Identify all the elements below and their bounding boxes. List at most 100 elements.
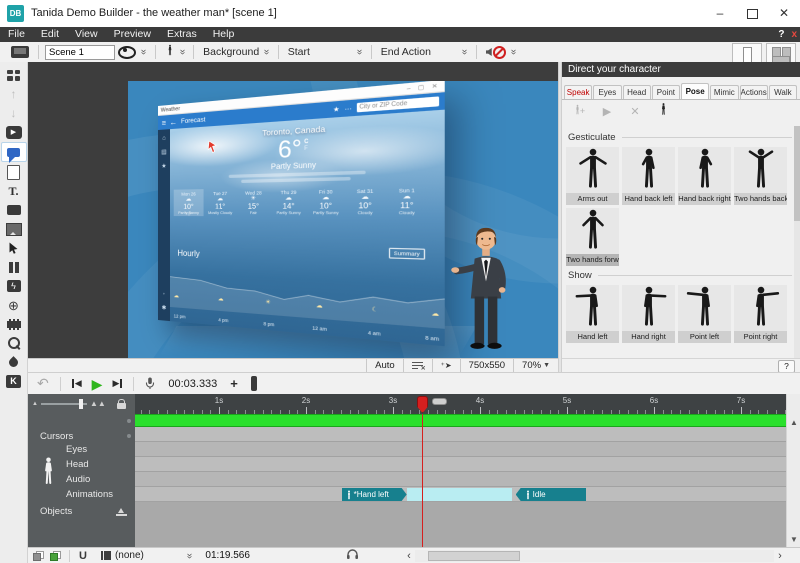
more-dots-icon[interactable]: …	[344, 105, 351, 113]
delete-pose-button[interactable]: ✕	[626, 102, 644, 120]
zoom-select[interactable]: 70%▼	[513, 359, 558, 372]
timeline-horizontal-scrollbar[interactable]: ‹ ›	[403, 549, 786, 563]
pose-hand-back-left[interactable]: Hand back left	[622, 147, 675, 205]
day-card-fri-30[interactable]: Fri 30☁10°Partly Sunny	[307, 186, 344, 216]
timeline-vertical-scrollbar[interactable]: ▲ ▼	[786, 394, 800, 547]
help-button[interactable]: ?	[778, 29, 784, 40]
character-select-button[interactable]	[654, 102, 672, 120]
lock-icon[interactable]	[117, 403, 126, 409]
timeline-ruler[interactable]: 1s2s3s4s5s6s7s	[135, 394, 786, 414]
magnet-icon[interactable]: U	[79, 550, 87, 562]
timeline-zoom-slider[interactable]	[41, 403, 87, 405]
record-audio-button[interactable]	[140, 377, 160, 390]
import-object-icon[interactable]	[116, 506, 127, 516]
play-scene-icon[interactable]: ▶	[2, 123, 26, 141]
pose-two-hands-forw[interactable]: Two hands forw	[566, 208, 619, 266]
display-button[interactable]	[8, 46, 32, 58]
tab-speak[interactable]: Speak	[564, 85, 592, 99]
zoom-out-mountain-icon[interactable]: ▲	[32, 401, 38, 407]
selection-label[interactable]: (none)	[115, 550, 144, 561]
text-tool-icon[interactable]: T.	[2, 182, 26, 200]
tab-eyes[interactable]: Eyes	[593, 85, 621, 99]
background-button[interactable]: Background»	[200, 46, 272, 58]
day-card-sun-1[interactable]: Sun 1☁11°Cloudy	[386, 185, 428, 217]
headphones-icon[interactable]	[346, 548, 359, 563]
move-up-icon[interactable]: ↑	[2, 85, 26, 103]
day-card-tue-27[interactable]: Tue 27☁11°Mostly Cloudy	[205, 188, 236, 216]
track-label-audio[interactable]: Audio	[66, 472, 132, 487]
letter-k-icon[interactable]: K	[2, 372, 26, 390]
clip-idle[interactable]: Idle	[516, 488, 586, 501]
move-down-icon[interactable]: ↓	[2, 104, 26, 122]
scroll-down-icon[interactable]: ▼	[787, 535, 800, 544]
tab-walk[interactable]: Walk	[769, 85, 797, 99]
home-icon[interactable]: ⌂	[162, 135, 165, 141]
go-to-start-button[interactable]: ◀	[67, 379, 87, 388]
maximize-button[interactable]	[736, 0, 768, 27]
pose-two-hands-back[interactable]: Two hands back	[734, 147, 787, 205]
playhead-marker[interactable]	[417, 396, 428, 414]
tab-mimic[interactable]: Mimic	[710, 85, 738, 99]
day-card-mon-26[interactable]: Mon 26☁10°Partly Sunny	[174, 189, 204, 216]
play-pose-button[interactable]: ▶	[598, 102, 616, 120]
go-to-end-button[interactable]: ▶	[107, 379, 127, 388]
auto-size-button[interactable]: Auto	[366, 359, 403, 372]
pose-hand-right[interactable]: Hand right	[622, 285, 675, 343]
day-card-sat-31[interactable]: Sat 31☁10°Cloudy	[346, 186, 385, 217]
play-button[interactable]: ▶	[87, 377, 108, 391]
scrollbar-track[interactable]	[415, 550, 774, 562]
pose-arms-out[interactable]: Arms out	[566, 147, 619, 205]
settings-icon[interactable]: ✱	[162, 304, 167, 311]
track-label-head[interactable]: Head	[66, 457, 132, 472]
summary-button[interactable]: Summary	[389, 248, 426, 260]
start-button[interactable]: Start»	[285, 46, 365, 58]
star-icon[interactable]: ★	[333, 105, 340, 114]
minimize-button[interactable]: –	[704, 0, 736, 27]
tab-point[interactable]: Point	[652, 85, 680, 99]
zoom-slider-handle[interactable]	[79, 399, 83, 409]
menu-item-extras[interactable]: Extras	[159, 27, 205, 42]
scene-duration-bar[interactable]	[135, 414, 786, 427]
pose-point-left[interactable]: Point left	[678, 285, 731, 343]
track-row-audio[interactable]	[135, 472, 786, 487]
menu-item-preview[interactable]: Preview	[106, 27, 159, 42]
menu-item-edit[interactable]: Edit	[33, 27, 67, 42]
droplet-icon[interactable]	[2, 353, 26, 371]
magnifier-icon[interactable]	[2, 334, 26, 352]
scenes-grid-icon[interactable]	[2, 66, 26, 84]
rectangle-icon[interactable]	[2, 201, 26, 219]
tab-pose[interactable]: Pose	[681, 83, 709, 99]
crosshair-icon[interactable]: ⊕	[2, 296, 26, 314]
panel-scrollbar[interactable]	[794, 126, 800, 358]
back-arrow-icon[interactable]: ←	[170, 117, 178, 127]
track-label-cursors[interactable]: Cursors	[40, 431, 73, 442]
cursor-add-button[interactable]: ⁺➤	[432, 359, 460, 372]
track-row-cursors[interactable]	[135, 427, 786, 442]
clip--hand-left[interactable]: *Hand left	[342, 488, 407, 501]
cursor-arrow-icon[interactable]	[2, 239, 26, 257]
unit-fahrenheit[interactable]: F	[304, 145, 308, 152]
split-bars-icon[interactable]	[2, 258, 26, 276]
copy-icon[interactable]	[33, 551, 44, 561]
scroll-left-icon[interactable]: ‹	[403, 549, 415, 563]
maps-icon[interactable]: ▤	[161, 149, 166, 156]
zoom-in-mountain-icon[interactable]: ▲▲	[90, 401, 106, 407]
pose-point-right[interactable]: Point right	[734, 285, 787, 343]
menu-item-help[interactable]: Help	[205, 27, 243, 42]
close-button[interactable]: ✕	[768, 0, 800, 27]
end-action-button[interactable]: End Action»	[378, 46, 470, 58]
paste-icon[interactable]	[50, 551, 61, 561]
account-icon[interactable]: ◦	[163, 291, 165, 297]
pose-hand-back-right[interactable]: Hand back right	[678, 147, 731, 205]
scroll-right-icon[interactable]: ›	[774, 549, 786, 563]
track-label-animations[interactable]: Animations	[66, 487, 132, 502]
day-card-thu-29[interactable]: Thu 29☁14°Partly Sunny	[271, 187, 306, 216]
note-page-icon[interactable]	[2, 163, 26, 181]
track-label-objects[interactable]: Objects	[40, 506, 72, 517]
menu-item-file[interactable]: File	[0, 27, 33, 42]
hamburger-icon[interactable]: ≡	[162, 118, 166, 127]
lightning-icon[interactable]: ϟ	[2, 277, 26, 295]
track-label-eyes[interactable]: Eyes	[66, 442, 132, 457]
visibility-button[interactable]: »	[115, 46, 149, 59]
character[interactable]	[450, 221, 522, 357]
